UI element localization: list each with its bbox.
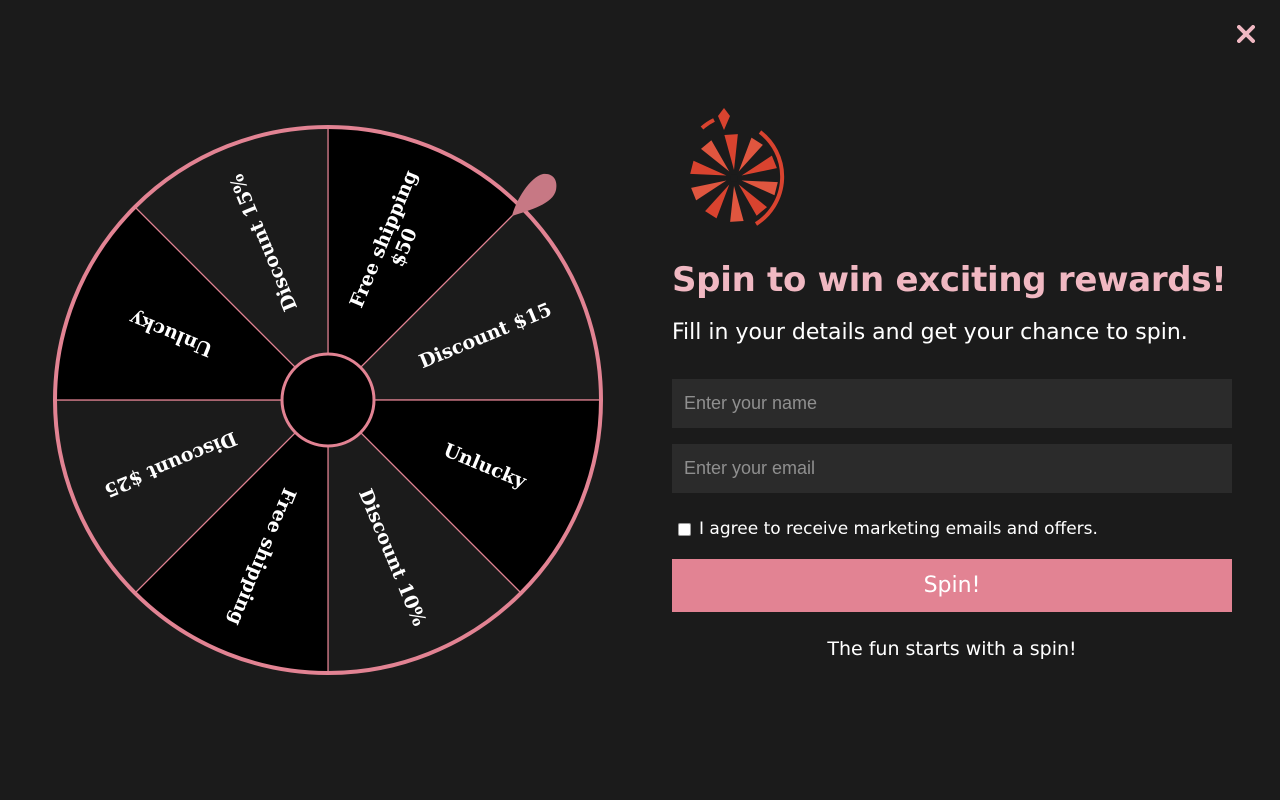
consent-row: I agree to receive marketing emails and … xyxy=(672,519,1232,539)
prize-wheel: Free shipping$50 Discount $15 Unlucky Disco… xyxy=(50,122,606,678)
logo-blade xyxy=(724,134,738,170)
wheel-hub xyxy=(280,352,376,448)
email-input[interactable] xyxy=(672,444,1232,493)
subtitle: Fill in your details and get your chance… xyxy=(672,320,1188,345)
headline: Spin to win exciting rewards! xyxy=(672,260,1227,300)
logo-center xyxy=(730,174,738,182)
close-button[interactable] xyxy=(1232,20,1260,48)
spin-button[interactable]: Spin! xyxy=(672,559,1232,612)
consent-label: I agree to receive marketing emails and … xyxy=(699,519,1098,539)
consent-checkbox[interactable] xyxy=(678,522,691,536)
signup-panel: Spin to win exciting rewards! Fill in yo… xyxy=(672,108,1232,660)
close-icon xyxy=(1237,25,1255,43)
logo-blade xyxy=(730,186,744,222)
name-input[interactable] xyxy=(672,379,1232,428)
spin-wheel-logo-icon xyxy=(690,108,785,226)
footer-text: The fun starts with a spin! xyxy=(827,638,1077,660)
wheel-pointer xyxy=(512,173,557,216)
